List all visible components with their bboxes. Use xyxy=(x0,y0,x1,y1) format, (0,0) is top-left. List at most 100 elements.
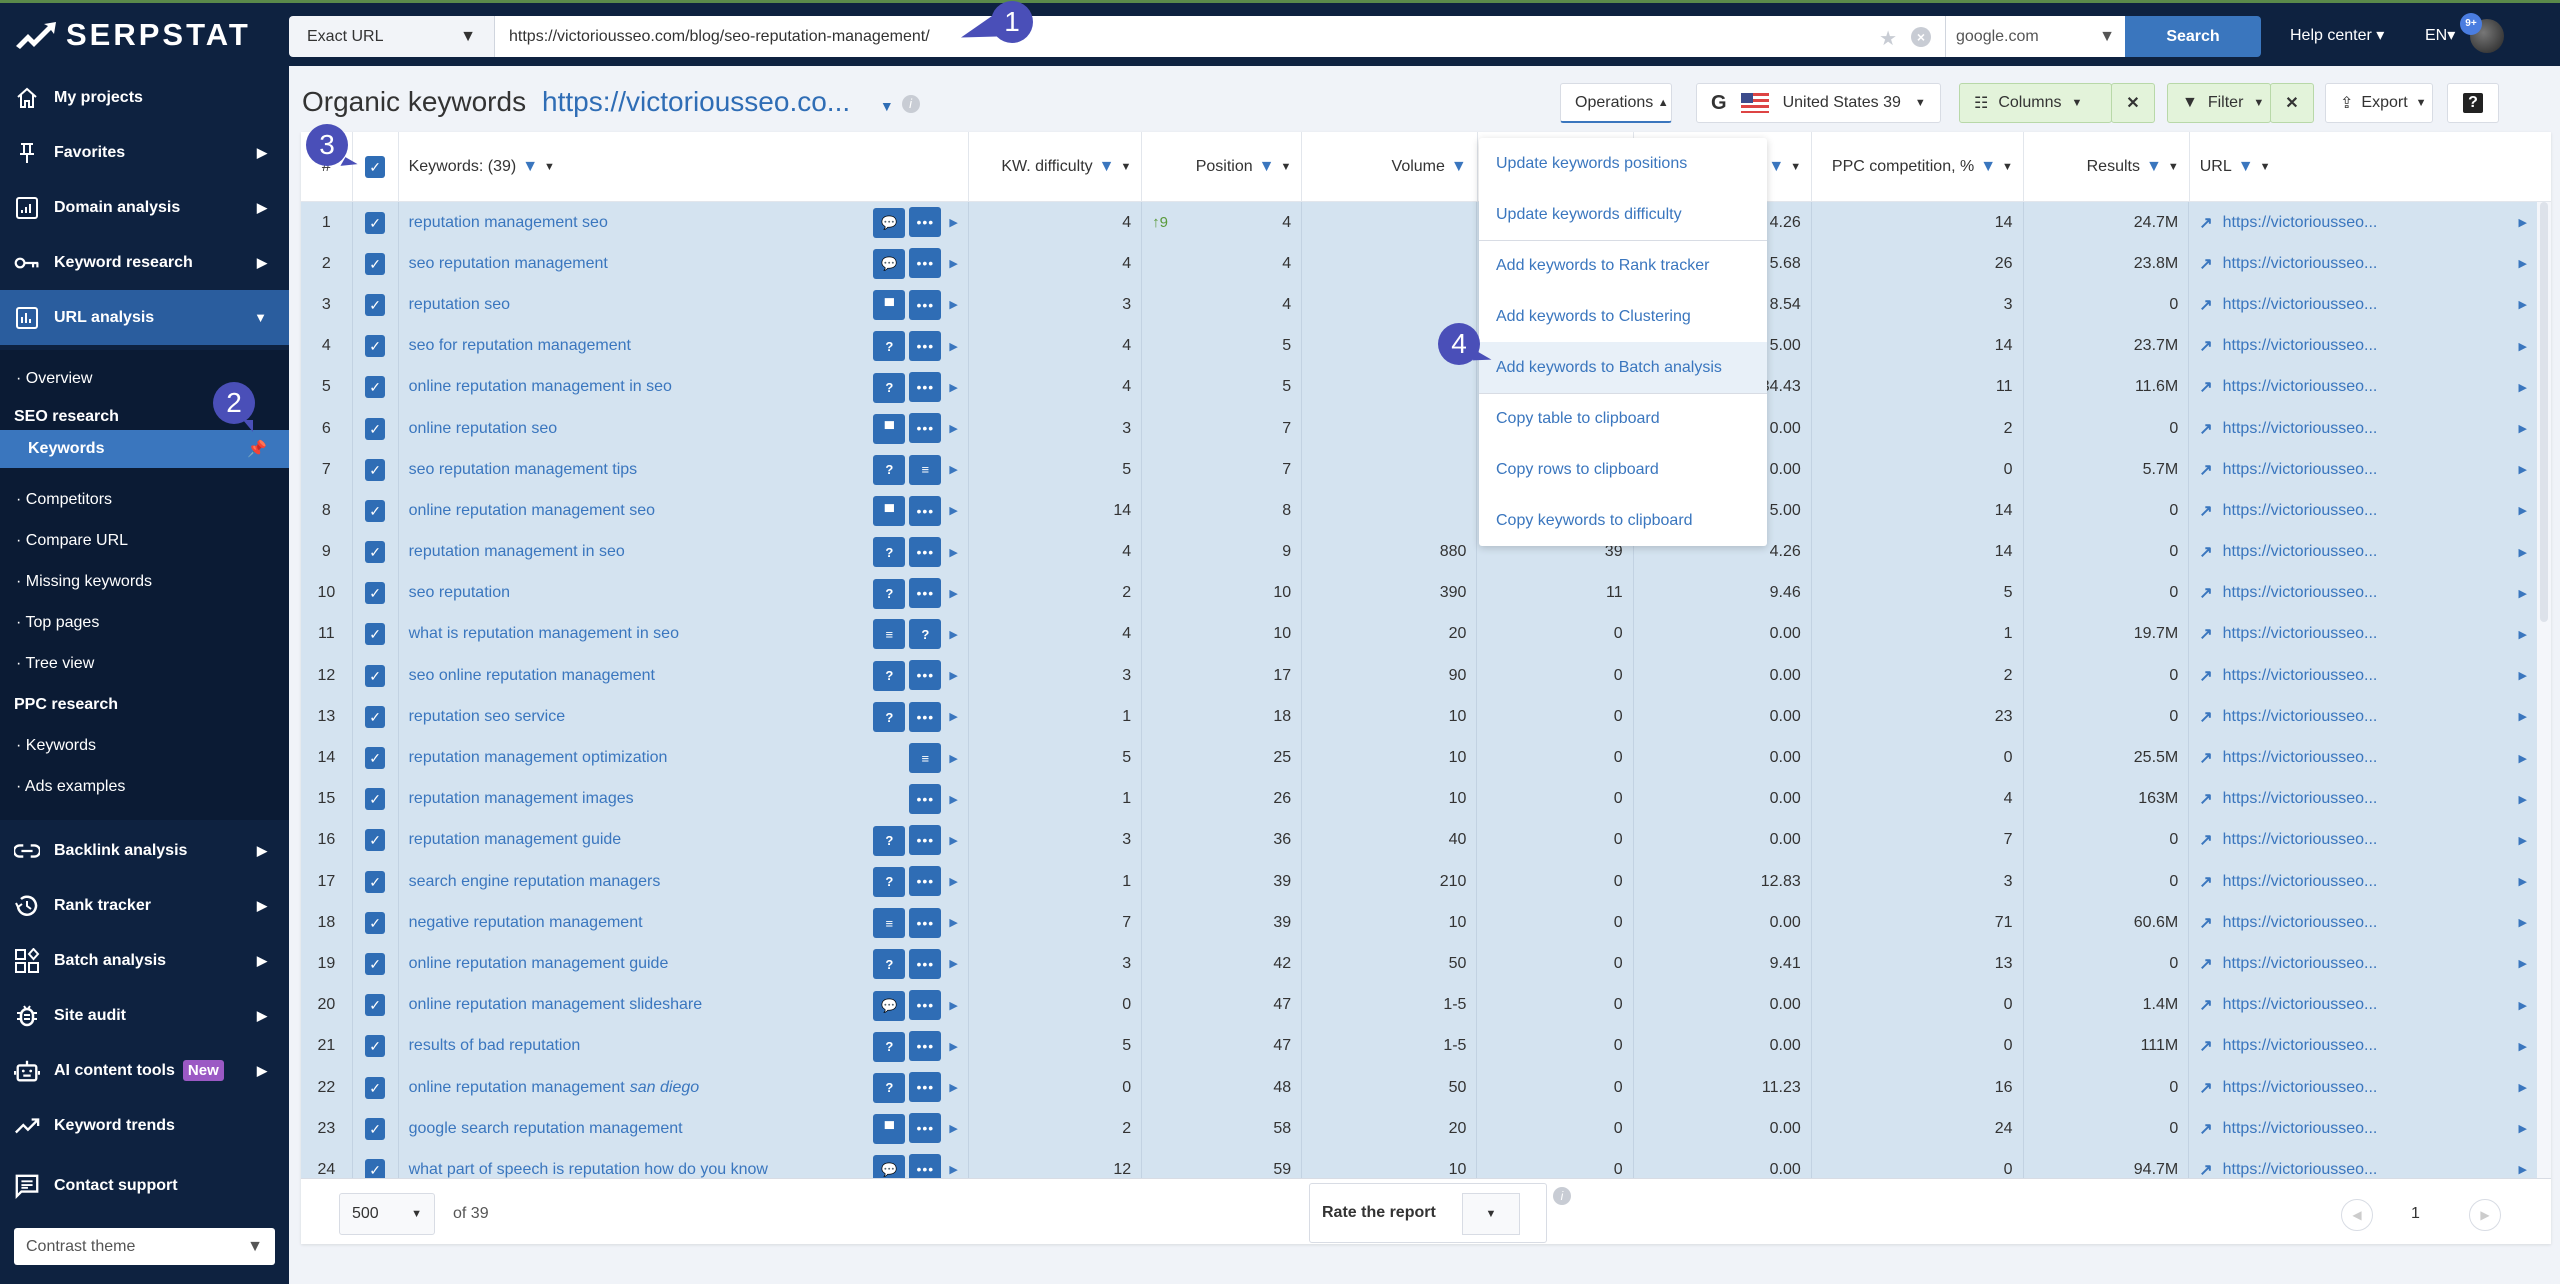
sidebar-item-domain-analysis[interactable]: Domain analysis ▶ xyxy=(0,180,289,235)
url-cell[interactable]: ↗ https://victoriousseo... ▶ xyxy=(2189,985,2537,1026)
table-row[interactable]: 4 ✓ seo for reputation management? ••• ▶ 4 5 5.… xyxy=(301,325,2537,367)
question-icon[interactable]: ? xyxy=(873,866,906,897)
keyword-link[interactable]: online reputation management seo xyxy=(409,502,655,520)
question-icon[interactable]: ? xyxy=(873,825,906,856)
question-icon[interactable]: ? xyxy=(873,454,906,485)
more-dots-icon[interactable]: ••• xyxy=(909,1113,942,1144)
url-cell[interactable]: ↗ https://victoriousseo... ▶ xyxy=(2189,243,2537,284)
keyword-cell[interactable]: what is reputation management in seo ≡? ▶ xyxy=(399,613,969,656)
more-dots-icon[interactable]: ••• xyxy=(909,372,942,403)
url-text[interactable]: https://victoriousseo... xyxy=(2223,996,2378,1014)
keyword-cell[interactable]: reputation management guide? ••• ▶ xyxy=(399,819,969,861)
url-cell[interactable]: ↗ https://victoriousseo... ▶ xyxy=(2189,1149,2537,1178)
col-header-keywords[interactable]: Keywords: (39) ▼ ▼ xyxy=(399,132,969,202)
keyword-cell[interactable]: online reputation management seo ▀ ••• ▶ xyxy=(399,490,969,532)
row-select[interactable]: ✓ xyxy=(353,696,399,738)
keyword-cell[interactable]: online reputation management slideshare 💬… xyxy=(399,984,969,1026)
expand-arrow-icon[interactable]: ▶ xyxy=(2519,1040,2527,1053)
external-link-icon[interactable]: ↗ xyxy=(2199,254,2212,274)
expand-arrow-icon[interactable]: ▶ xyxy=(2519,504,2527,517)
row-select[interactable]: ✓ xyxy=(353,655,399,697)
url-link[interactable]: ↗ https://victoriousseo... ▶ xyxy=(2199,419,2527,439)
keyword-link[interactable]: reputation management optimization xyxy=(409,749,668,767)
url-link[interactable]: ↗ https://victoriousseo... ▶ xyxy=(2199,295,2527,315)
table-row[interactable]: 15 ✓ reputation management images ••• ▶ 1 26 10… xyxy=(301,778,2537,820)
sort-caret-icon[interactable]: ▼ xyxy=(1120,161,1131,173)
url-text[interactable]: https://victoriousseo... xyxy=(2223,420,2378,438)
row-select[interactable]: ✓ xyxy=(353,407,399,450)
expand-arrow-icon[interactable]: ▶ xyxy=(2519,463,2527,476)
url-link[interactable]: ↗ https://victoriousseo... ▶ xyxy=(2199,254,2527,274)
external-link-icon[interactable]: ↗ xyxy=(2199,872,2212,892)
external-link-icon[interactable]: ↗ xyxy=(2199,336,2212,356)
row-select[interactable]: ✓ xyxy=(353,284,399,326)
url-link[interactable]: ↗ https://victoriousseo... ▶ xyxy=(2199,213,2527,233)
url-text[interactable]: https://victoriousseo... xyxy=(2223,337,2378,355)
table-row[interactable]: 19 ✓ online reputation management guide? ••… xyxy=(301,943,2537,985)
keyword-link[interactable]: online reputation management in seo xyxy=(409,378,672,396)
expand-arrow-icon[interactable]: ▶ xyxy=(949,957,957,970)
row-checkbox[interactable]: ✓ xyxy=(365,1076,386,1099)
table-row[interactable]: 23 ✓ google search reputation management ▀ •… xyxy=(301,1108,2537,1150)
question-icon[interactable]: ? xyxy=(873,578,906,609)
row-select[interactable]: ✓ xyxy=(353,943,399,985)
sort-caret-icon[interactable]: ▼ xyxy=(2002,161,2013,173)
table-row[interactable]: 1 ✓ reputation management seo 💬 ••• ▶ 4 ↑9 4 4.26… xyxy=(301,202,2537,244)
col-header-url[interactable]: URL ▼ ▼ xyxy=(2190,132,2551,202)
external-link-icon[interactable]: ↗ xyxy=(2199,666,2212,686)
url-cell[interactable]: ↗ https://victoriousseo... ▶ xyxy=(2189,202,2537,243)
info-icon[interactable]: i xyxy=(901,94,920,113)
filter-icon[interactable]: ▼ xyxy=(1768,158,1784,176)
expand-arrow-icon[interactable]: ▶ xyxy=(949,340,957,353)
url-cell[interactable]: ↗ https://victoriousseo... ▶ xyxy=(2189,408,2537,449)
notification-badge[interactable]: 9+ xyxy=(2460,13,2482,35)
expand-arrow-icon[interactable]: ▶ xyxy=(949,628,957,641)
external-link-icon[interactable]: ↗ xyxy=(2199,748,2212,768)
sort-caret-icon[interactable]: ▼ xyxy=(2168,161,2179,173)
external-link-icon[interactable]: ↗ xyxy=(2199,542,2212,562)
col-header-select-all[interactable]: ✓ xyxy=(353,132,399,202)
col-header-volume[interactable]: Volume ▼ xyxy=(1302,132,1478,202)
more-dots-icon[interactable]: ••• xyxy=(909,1154,942,1178)
url-link[interactable]: ↗ https://victoriousseo... ▶ xyxy=(2199,336,2527,356)
sidebar-item-backlink-analysis[interactable]: Backlink analysis ▶ xyxy=(0,823,289,878)
more-dots-icon[interactable]: ••• xyxy=(909,330,942,361)
expand-arrow-icon[interactable]: ▶ xyxy=(949,216,957,229)
url-text[interactable]: https://victoriousseo... xyxy=(2223,543,2378,561)
submenu-tree-view[interactable]: · Tree view xyxy=(16,655,94,673)
expand-arrow-icon[interactable]: ▶ xyxy=(949,1040,957,1053)
row-select[interactable]: ✓ xyxy=(353,1149,399,1178)
url-text[interactable]: https://victoriousseo... xyxy=(2223,667,2378,685)
keyword-link[interactable]: google search reputation management xyxy=(409,1120,683,1138)
url-link[interactable]: ↗ https://victoriousseo... ▶ xyxy=(2199,583,2527,603)
expand-arrow-icon[interactable]: ▶ xyxy=(2519,628,2527,641)
sidebar-item-contact-support[interactable]: Contact support xyxy=(0,1158,289,1213)
expand-arrow-icon[interactable]: ▶ xyxy=(949,669,957,682)
row-select[interactable]: ✓ xyxy=(353,1025,399,1067)
keyword-cell[interactable]: seo for reputation management? ••• ▶ xyxy=(399,325,969,367)
select-all-checkbox[interactable]: ✓ xyxy=(365,156,386,178)
external-link-icon[interactable]: ↗ xyxy=(2199,213,2212,233)
keyword-link[interactable]: seo reputation management tips xyxy=(409,461,638,479)
url-cell[interactable]: ↗ https://victoriousseo... ▶ xyxy=(2189,779,2537,820)
url-link[interactable]: ↗ https://victoriousseo... ▶ xyxy=(2199,872,2527,892)
more-dots-icon[interactable]: ••• xyxy=(909,907,942,938)
url-link[interactable]: ↗ https://victoriousseo... ▶ xyxy=(2199,501,2527,521)
keyword-link[interactable]: what is reputation management in seo xyxy=(409,625,679,643)
url-text[interactable]: https://victoriousseo... xyxy=(2223,1161,2378,1178)
snippet-icon[interactable]: ≡ xyxy=(909,454,942,485)
url-link[interactable]: ↗ https://victoriousseo... ▶ xyxy=(2199,666,2527,686)
table-row[interactable]: 12 ✓ seo online reputation management? ••• ▶… xyxy=(301,655,2537,697)
url-text[interactable]: https://victoriousseo... xyxy=(2223,378,2378,396)
url-cell[interactable]: ↗ https://victoriousseo... ▶ xyxy=(2189,861,2537,902)
keyword-cell[interactable]: negative reputation management ≡ ••• ▶ xyxy=(399,902,969,944)
expand-arrow-icon[interactable]: ▶ xyxy=(2519,752,2527,765)
expand-arrow-icon[interactable]: ▶ xyxy=(2519,669,2527,682)
star-icon[interactable]: ★ xyxy=(1879,26,1897,51)
external-link-icon[interactable]: ↗ xyxy=(2199,1160,2212,1178)
row-checkbox[interactable]: ✓ xyxy=(365,335,386,358)
external-link-icon[interactable]: ↗ xyxy=(2199,1036,2212,1056)
more-dots-icon[interactable]: ••• xyxy=(909,660,942,691)
row-checkbox[interactable]: ✓ xyxy=(365,829,386,852)
more-dots-icon[interactable]: ••• xyxy=(909,948,942,979)
